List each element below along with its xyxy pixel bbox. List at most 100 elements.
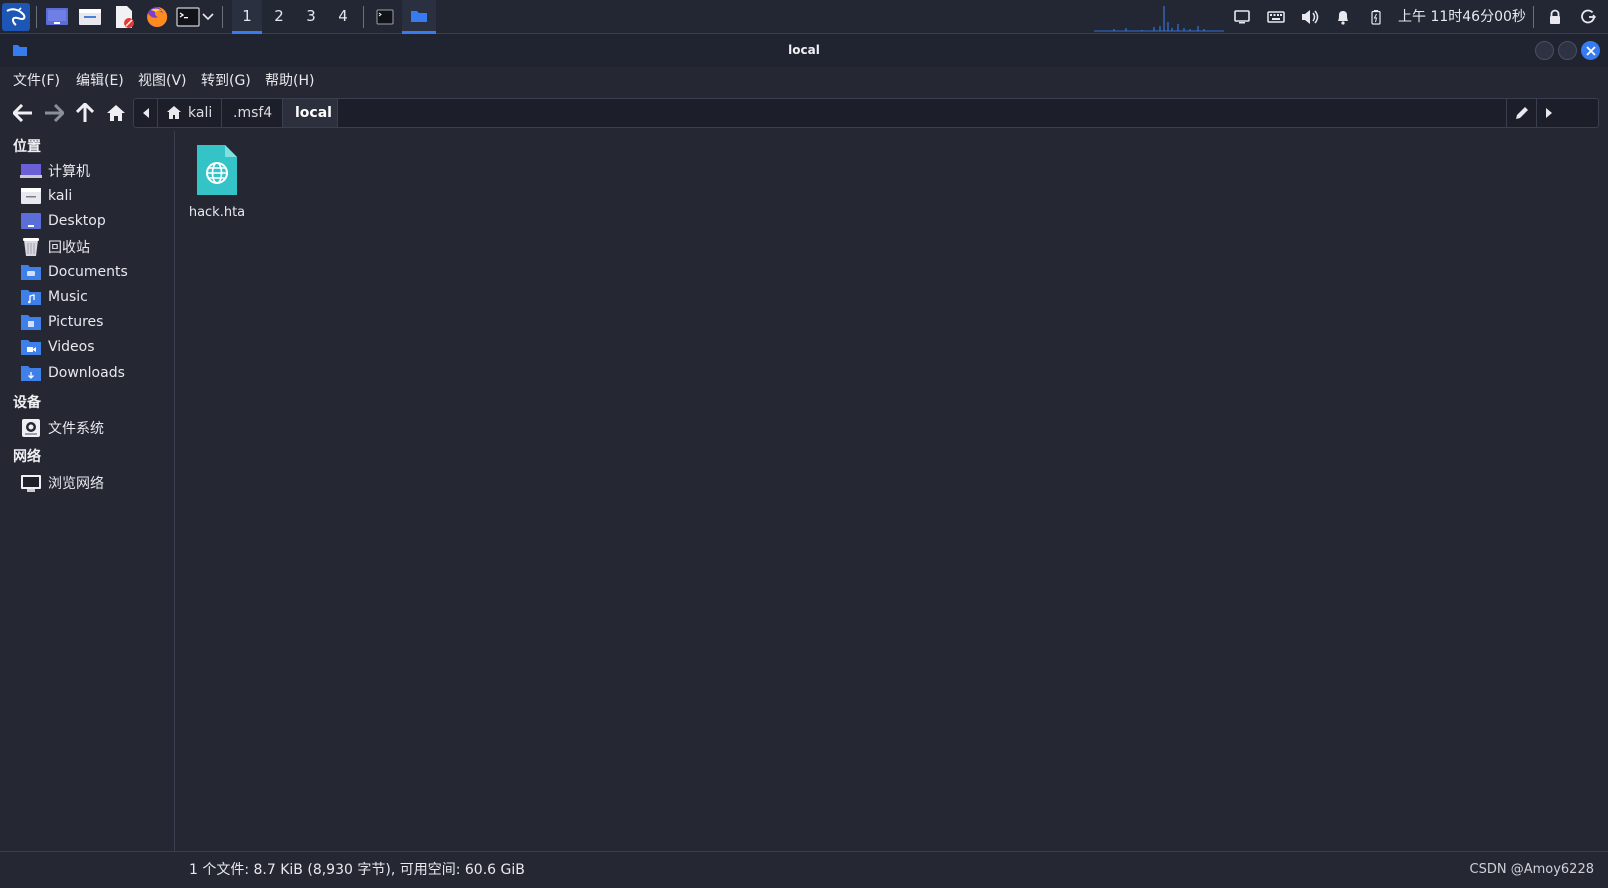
sidebar-item-computer[interactable]: 计算机 <box>20 160 170 182</box>
workspace-2[interactable]: 2 <box>264 0 294 34</box>
sidebar-item-label: 浏览网络 <box>48 476 104 492</box>
keyboard-icon[interactable] <box>1263 5 1289 29</box>
sidebar-item-label: Pictures <box>48 314 104 330</box>
drive-icon <box>22 419 40 437</box>
file-view[interactable]: hack.hta <box>175 131 1608 851</box>
workspace-3[interactable]: 3 <box>296 0 326 34</box>
trash-icon <box>23 238 39 256</box>
back-button[interactable] <box>9 99 37 127</box>
sidebar-item-filesystem[interactable]: 文件系统 <box>20 417 170 439</box>
home-button[interactable] <box>102 99 130 127</box>
pencil-icon <box>1515 107 1528 119</box>
crumb-msf4[interactable]: .msf4 <box>222 99 283 127</box>
file-name: hack.hta <box>188 205 246 220</box>
window-title: local <box>788 43 820 57</box>
text-editor-icon[interactable] <box>110 3 138 31</box>
arrow-right-icon <box>45 104 64 122</box>
pictures-folder-icon <box>21 315 41 330</box>
terminal-icon[interactable] <box>174 3 202 31</box>
workspace-4[interactable]: 4 <box>328 0 358 34</box>
separator <box>363 6 364 28</box>
sidebar-item-desktop[interactable]: Desktop <box>20 210 170 232</box>
home-folder-icon <box>21 188 41 204</box>
sidebar: 位置 计算机 kali Desktop 回收站 Documents Music … <box>0 131 175 851</box>
up-button[interactable] <box>71 99 99 127</box>
sidebar-item-browse-network[interactable]: 浏览网络 <box>20 472 170 494</box>
crumb-local[interactable]: local <box>283 99 338 127</box>
battery-icon[interactable] <box>1363 5 1389 29</box>
sidebar-item-label: Desktop <box>48 213 106 229</box>
desktop-icon[interactable] <box>43 3 71 31</box>
sidebar-item-downloads[interactable]: Downloads <box>20 362 170 384</box>
places-header: 位置 <box>13 139 41 155</box>
cpu-graph <box>1094 6 1224 32</box>
sidebar-item-label: kali <box>48 188 73 204</box>
home-icon <box>107 105 125 121</box>
sidebar-item-music[interactable]: Music <box>20 286 170 308</box>
firefox-icon[interactable] <box>143 3 171 31</box>
menu-file[interactable]: 文件(F) <box>13 67 60 95</box>
statusbar: 1 个文件: 8.7 KiB (8,930 字节), 可用空间: 60.6 Gi… <box>0 851 1608 888</box>
path-scroll-left-button[interactable] <box>134 99 158 127</box>
sidebar-item-pictures[interactable]: Pictures <box>20 311 170 333</box>
watermark: CSDN @Amoy6228 <box>1469 862 1594 877</box>
sidebar-item-label: Downloads <box>48 365 125 381</box>
computer-icon <box>20 164 42 178</box>
path-bar: kali .msf4 local <box>133 98 1599 128</box>
separator <box>1533 6 1534 28</box>
separator <box>36 6 37 28</box>
menu-edit[interactable]: 编辑(E) <box>76 67 124 95</box>
downloads-folder-icon <box>21 366 41 381</box>
minimize-button[interactable] <box>1535 41 1554 60</box>
devices-header: 设备 <box>13 395 41 411</box>
edit-path-button[interactable] <box>1506 99 1536 127</box>
menu-help[interactable]: 帮助(H) <box>265 67 314 95</box>
menu-view[interactable]: 视图(V) <box>138 67 187 95</box>
sidebar-item-label: Videos <box>48 339 95 355</box>
sidebar-item-kali[interactable]: kali <box>20 185 170 207</box>
bell-icon[interactable] <box>1330 5 1356 29</box>
kali-menu-icon[interactable] <box>2 3 30 31</box>
menubar: 文件(F) 编辑(E) 视图(V) 转到(G) 帮助(H) <box>0 67 1608 95</box>
task-terminal[interactable] <box>368 0 402 34</box>
clock[interactable]: 上午 11时46分00秒 <box>1398 0 1526 34</box>
display-icon[interactable] <box>1229 5 1255 29</box>
crumb-kali[interactable]: kali <box>158 99 222 127</box>
sidebar-item-label: 回收站 <box>48 240 90 256</box>
network-icon <box>21 475 41 492</box>
documents-folder-icon <box>21 265 41 280</box>
triangle-right-icon <box>1545 108 1552 118</box>
power-icon[interactable] <box>1576 5 1602 29</box>
sidebar-item-trash[interactable]: 回收站 <box>20 236 170 258</box>
forward-button[interactable] <box>40 99 68 127</box>
menu-go[interactable]: 转到(G) <box>201 67 251 95</box>
crumb-kali-label: kali <box>188 105 213 121</box>
videos-folder-icon <box>21 340 41 355</box>
close-button[interactable] <box>1581 41 1600 60</box>
music-folder-icon <box>21 290 41 305</box>
file-manager-icon[interactable] <box>76 3 104 31</box>
dropdown-icon[interactable] <box>199 3 217 31</box>
sidebar-item-label: Documents <box>48 264 128 280</box>
html-file-icon <box>197 145 237 195</box>
sidebar-item-videos[interactable]: Videos <box>20 336 170 358</box>
separator <box>222 6 223 28</box>
triangle-left-icon <box>142 108 149 118</box>
workspace-1[interactable]: 1 <box>232 0 262 34</box>
close-icon <box>1585 45 1596 56</box>
arrow-left-icon <box>13 104 32 122</box>
file-item[interactable]: hack.hta <box>185 143 249 223</box>
sidebar-item-label: Music <box>48 289 88 305</box>
volume-icon[interactable] <box>1297 5 1323 29</box>
sidebar-item-documents[interactable]: Documents <box>20 261 170 283</box>
sidebar-item-label: 文件系统 <box>48 421 104 437</box>
maximize-button[interactable] <box>1558 41 1577 60</box>
terminal-icon <box>376 9 394 25</box>
lock-icon[interactable] <box>1542 5 1568 29</box>
toolbar: kali .msf4 local <box>0 96 1608 130</box>
sidebar-item-label: 计算机 <box>48 164 90 180</box>
window-titlebar[interactable]: local <box>0 34 1608 67</box>
status-summary: 1 个文件: 8.7 KiB (8,930 字节), 可用空间: 60.6 Gi… <box>189 862 525 878</box>
task-file-manager[interactable] <box>402 0 436 34</box>
path-scroll-right-button[interactable] <box>1536 99 1560 127</box>
